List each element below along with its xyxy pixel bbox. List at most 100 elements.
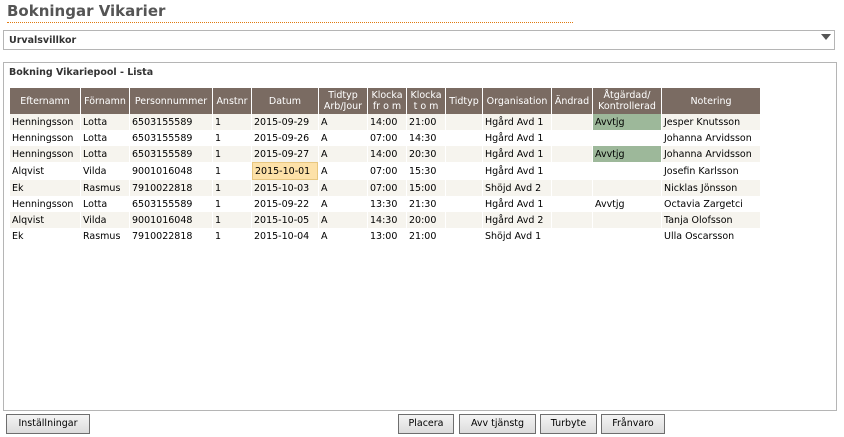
cell-anstnr: 1 bbox=[213, 130, 251, 146]
table-row[interactable]: Ek Rasmus 7910022818 1 2015-10-03 A 07:00 15:00… bbox=[10, 180, 760, 196]
cell-andrad bbox=[552, 180, 592, 196]
cell-tidtyp bbox=[446, 162, 482, 180]
cell-anstnr: 1 bbox=[213, 114, 251, 130]
cell-anstnr: 1 bbox=[213, 162, 251, 180]
cell-efternamn: Henningsson bbox=[10, 146, 80, 162]
cell-klocka-tom: 14:30 bbox=[407, 130, 445, 146]
cell-klocka-tom: 20:00 bbox=[407, 212, 445, 228]
cell-personnummer: 7910022818 bbox=[130, 228, 212, 244]
cell-atgardad bbox=[593, 228, 661, 244]
cell-datum: 2015-10-05 bbox=[252, 212, 318, 228]
chevron-down-icon[interactable] bbox=[821, 34, 831, 40]
cell-notering: Jesper Knutsson bbox=[662, 114, 760, 130]
cell-efternamn: Henningsson bbox=[10, 114, 80, 130]
cell-anstnr: 1 bbox=[213, 212, 251, 228]
cell-organisation: Shöjd Avd 1 bbox=[483, 228, 551, 244]
table-row[interactable]: Ek Rasmus 7910022818 1 2015-10-04 A 13:00 21:00… bbox=[10, 228, 760, 244]
panel-title: Bokning Vikariepool - Lista bbox=[9, 67, 154, 78]
cell-notering: Josefin Karlsson bbox=[662, 162, 760, 180]
cell-anstnr: 1 bbox=[213, 146, 251, 162]
column-header-datum[interactable]: Datum bbox=[252, 88, 318, 114]
cell-anstnr: 1 bbox=[213, 228, 251, 244]
cell-andrad bbox=[552, 196, 592, 212]
table-row[interactable]: Alqvist Vilda 9001016048 1 2015-10-05 A 14:30 2… bbox=[10, 212, 760, 228]
cell-datum: 2015-10-03 bbox=[252, 180, 318, 196]
table-row[interactable]: Alqvist Vilda 9001016048 1 2015-10-01 A 07:00 1… bbox=[10, 162, 760, 180]
column-header-klocka-tom[interactable]: Klocka t o m bbox=[407, 88, 445, 114]
table-row[interactable]: Henningsson Lotta 6503155589 1 2015-09-26 A 07… bbox=[10, 130, 760, 146]
cell-atgardad bbox=[593, 130, 661, 146]
column-header-tidtyp[interactable]: Tidtyp bbox=[446, 88, 482, 114]
cell-anstnr: 1 bbox=[213, 180, 251, 196]
column-header-organisation[interactable]: Organisation bbox=[483, 88, 551, 114]
cell-notering: Ulla Oscarsson bbox=[662, 228, 760, 244]
column-header-efternamn[interactable]: Efternamn bbox=[10, 88, 80, 114]
table-row[interactable]: Henningsson Lotta 6503155589 1 2015-09-22 A 13… bbox=[10, 196, 760, 212]
cell-klocka-tom: 15:00 bbox=[407, 180, 445, 196]
cell-organisation: Hgård Avd 1 bbox=[483, 130, 551, 146]
column-header-andrad[interactable]: Ändrad bbox=[552, 88, 592, 114]
cell-atgardad: Avvtjg bbox=[593, 114, 661, 130]
cell-klocka-tom: 21:00 bbox=[407, 228, 445, 244]
cell-datum: 2015-09-22 bbox=[252, 196, 318, 212]
cell-tidtyp-arb-jour: A bbox=[319, 130, 367, 146]
cell-klocka-from: 13:00 bbox=[368, 228, 406, 244]
cell-tidtyp-arb-jour: A bbox=[319, 212, 367, 228]
table-row[interactable]: Henningsson Lotta 6503155589 1 2015-09-27 A 14… bbox=[10, 146, 760, 162]
cell-tidtyp-arb-jour: A bbox=[319, 196, 367, 212]
column-header-klocka-from[interactable]: Klocka fr o m bbox=[368, 88, 406, 114]
cell-personnummer: 9001016048 bbox=[130, 162, 212, 180]
cell-datum: 2015-10-01 bbox=[252, 162, 318, 180]
cell-atgardad: Avvtjg bbox=[593, 196, 661, 212]
cell-andrad bbox=[552, 146, 592, 162]
turbyte-button[interactable]: Turbyte bbox=[540, 414, 597, 434]
column-header-tidtyp-arb-jour[interactable]: Tidtyp Arb/Jour bbox=[319, 88, 367, 114]
cell-fornamn: Rasmus bbox=[81, 180, 129, 196]
column-header-atgardad[interactable]: Åtgärdad/ Kontrollerad bbox=[593, 88, 661, 114]
column-header-fornamn[interactable]: Förnamn bbox=[81, 88, 129, 114]
cell-fornamn: Vilda bbox=[81, 212, 129, 228]
avv-tjanstg-button[interactable]: Avv tjänstg bbox=[459, 414, 536, 434]
place-button[interactable]: Placera bbox=[398, 414, 454, 434]
cell-datum: 2015-09-26 bbox=[252, 130, 318, 146]
cell-efternamn: Alqvist bbox=[10, 162, 80, 180]
cell-andrad bbox=[552, 228, 592, 244]
cell-klocka-from: 14:30 bbox=[368, 212, 406, 228]
cell-klocka-from: 14:00 bbox=[368, 146, 406, 162]
cell-personnummer: 9001016048 bbox=[130, 212, 212, 228]
cell-fornamn: Lotta bbox=[81, 114, 129, 130]
cell-datum: 2015-09-29 bbox=[252, 114, 318, 130]
table-row[interactable]: Henningsson Lotta 6503155589 1 2015-09-29 A 14… bbox=[10, 114, 760, 130]
cell-tidtyp bbox=[446, 146, 482, 162]
column-header-personnummer[interactable]: Personnummer bbox=[130, 88, 212, 114]
filter-panel[interactable]: Urvalsvillkor bbox=[3, 30, 835, 50]
column-header-notering[interactable]: Notering bbox=[662, 88, 760, 114]
cell-tidtyp-arb-jour: A bbox=[319, 114, 367, 130]
cell-organisation: Hgård Avd 2 bbox=[483, 212, 551, 228]
cell-tidtyp bbox=[446, 180, 482, 196]
cell-klocka-from: 07:00 bbox=[368, 130, 406, 146]
booking-table: Efternamn Förnamn Personnummer Anstnr Da… bbox=[9, 88, 761, 244]
cell-klocka-from: 07:00 bbox=[368, 162, 406, 180]
cell-klocka-tom: 15:30 bbox=[407, 162, 445, 180]
cell-fornamn: Lotta bbox=[81, 196, 129, 212]
cell-efternamn: Ek bbox=[10, 180, 80, 196]
cell-efternamn: Henningsson bbox=[10, 196, 80, 212]
cell-tidtyp-arb-jour: A bbox=[319, 146, 367, 162]
cell-andrad bbox=[552, 212, 592, 228]
cell-klocka-from: 14:00 bbox=[368, 114, 406, 130]
column-header-anstnr[interactable]: Anstnr bbox=[213, 88, 251, 114]
settings-button[interactable]: Inställningar bbox=[6, 414, 90, 434]
cell-personnummer: 6503155589 bbox=[130, 146, 212, 162]
booking-list-panel: Bokning Vikariepool - Lista Efternamn Fö… bbox=[3, 62, 837, 411]
cell-klocka-tom: 20:30 bbox=[407, 146, 445, 162]
cell-atgardad bbox=[593, 212, 661, 228]
cell-notering: Nicklas Jönsson bbox=[662, 180, 760, 196]
cell-efternamn: Henningsson bbox=[10, 130, 80, 146]
cell-fornamn: Vilda bbox=[81, 162, 129, 180]
filter-label: Urvalsvillkor bbox=[9, 35, 77, 46]
cell-organisation: Hgård Avd 1 bbox=[483, 114, 551, 130]
cell-personnummer: 6503155589 bbox=[130, 130, 212, 146]
cell-tidtyp bbox=[446, 212, 482, 228]
franvaro-button[interactable]: Frånvaro bbox=[601, 414, 665, 434]
